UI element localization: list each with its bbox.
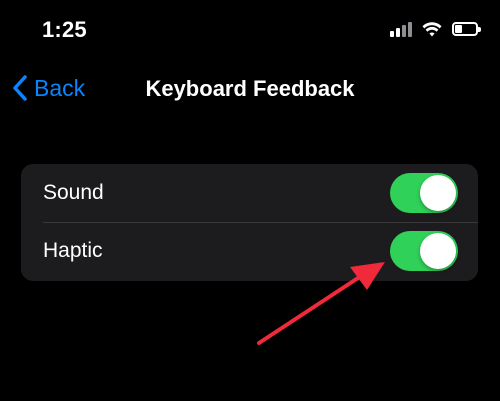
battery-level	[455, 25, 462, 33]
sound-row: Sound	[21, 164, 478, 222]
cellular-signal-icon	[390, 21, 412, 37]
status-icons	[390, 19, 481, 39]
sound-toggle[interactable]	[390, 173, 458, 213]
haptic-toggle[interactable]	[390, 231, 458, 271]
page-title: Keyboard Feedback	[145, 76, 355, 101]
keyboard-feedback-settings: Sound Haptic	[21, 164, 478, 281]
haptic-label: Haptic	[43, 239, 103, 262]
wifi-icon	[422, 21, 442, 36]
sound-label: Sound	[43, 181, 104, 204]
toggle-knob	[420, 233, 456, 269]
toggle-knob	[420, 175, 456, 211]
status-time: 1:25	[42, 17, 87, 42]
haptic-row: Haptic	[21, 222, 478, 280]
battery-icon	[452, 22, 481, 36]
